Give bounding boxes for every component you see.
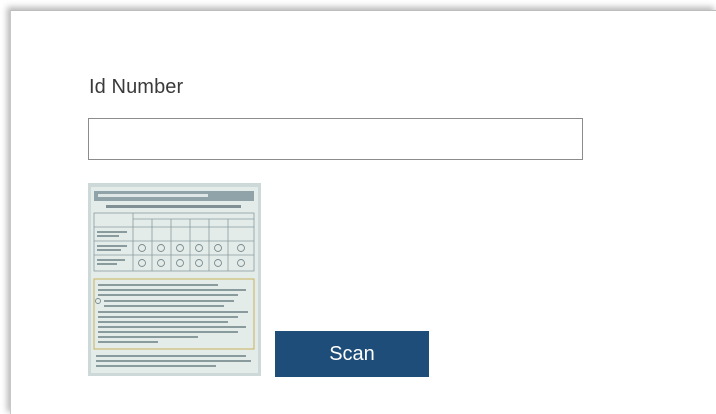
scanned-document-thumbnail [88,183,261,376]
id-number-label: Id Number [89,76,184,98]
scan-button[interactable]: Scan [275,331,429,377]
page: Id Number Scan [0,0,716,414]
id-number-input[interactable] [88,118,583,160]
